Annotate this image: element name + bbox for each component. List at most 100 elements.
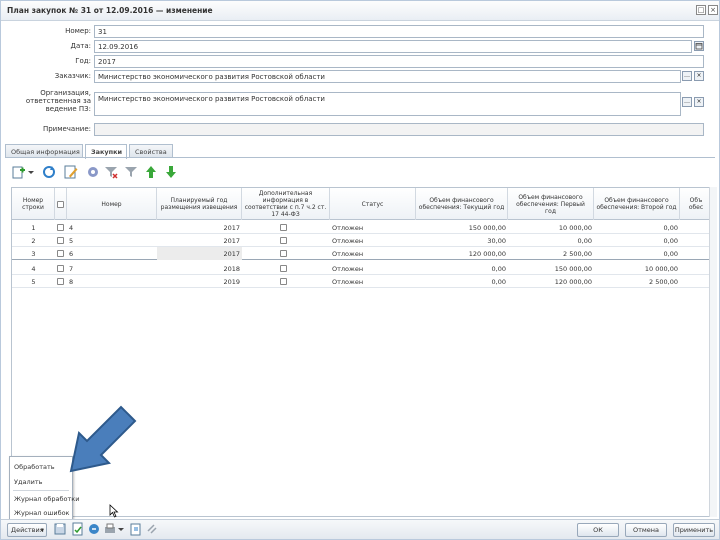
cell-planned-year[interactable]: 2017: [157, 247, 242, 260]
menu-item-process[interactable]: Обработать: [14, 463, 55, 471]
cell-status[interactable]: Отложен: [330, 234, 416, 247]
cell-first-year[interactable]: 150 000,00: [508, 262, 594, 275]
link-icon[interactable]: [145, 522, 161, 538]
cell-line-number[interactable]: 3: [12, 247, 55, 260]
col-second-year[interactable]: Объем финансового обеспечения: Второй го…: [594, 188, 680, 220]
cell-line-number[interactable]: 5: [12, 275, 55, 288]
cell-additional-info[interactable]: [242, 221, 330, 234]
cell-current-year[interactable]: 0,00: [416, 275, 508, 288]
cell-status[interactable]: Отложен: [330, 275, 416, 288]
settings-icon[interactable]: [85, 164, 101, 180]
select-all-checkbox[interactable]: [57, 200, 64, 208]
col-current-year[interactable]: Объем финансового обеспечения: Текущий г…: [416, 188, 508, 220]
refresh-icon[interactable]: [41, 164, 57, 180]
cell-status[interactable]: Отложен: [330, 262, 416, 275]
cell-line-number[interactable]: 4: [12, 262, 55, 275]
cell-number[interactable]: 8: [67, 275, 157, 288]
table-row[interactable]: 5 8 2019 Отложен 0,00 120 000,00 2 500,00: [12, 275, 710, 288]
additional-info-checkbox[interactable]: [280, 224, 287, 231]
maximize-icon[interactable]: □: [696, 5, 706, 15]
grid-vertical-scrollbar[interactable]: [709, 187, 717, 517]
cell-second-year[interactable]: 10 000,00: [594, 262, 680, 275]
cell-planned-year[interactable]: 2019: [157, 275, 242, 288]
print-dropdown-icon[interactable]: [117, 522, 125, 538]
row-select-checkbox[interactable]: [57, 265, 64, 272]
workflow-icon[interactable]: [87, 522, 103, 538]
cell-planned-year[interactable]: 2017: [157, 234, 242, 247]
col-additional-info[interactable]: Дополнительная информация в соответствии…: [242, 188, 330, 220]
cell-checkbox[interactable]: [55, 221, 67, 234]
filter-clear-icon[interactable]: [103, 164, 119, 180]
number-field[interactable]: 31: [94, 25, 704, 38]
cell-status[interactable]: Отложен: [330, 247, 416, 260]
customer-clear-icon[interactable]: ×: [694, 71, 704, 81]
col-first-year[interactable]: Объем финансового обеспечения: Первый го…: [508, 188, 594, 220]
additional-info-checkbox[interactable]: [280, 265, 287, 272]
cell-current-year[interactable]: 120 000,00: [416, 247, 508, 260]
table-row[interactable]: 1 4 2017 Отложен 150 000,00 10 000,00 0,00: [12, 221, 710, 234]
row-select-checkbox[interactable]: [57, 250, 64, 257]
cell-checkbox[interactable]: [55, 262, 67, 275]
move-up-icon[interactable]: [143, 164, 159, 180]
cell-second-year[interactable]: 0,00: [594, 234, 680, 247]
cell-planned-year[interactable]: 2018: [157, 262, 242, 275]
menu-item-error-log[interactable]: Журнал ошибок: [14, 509, 70, 517]
additional-info-checkbox[interactable]: [280, 278, 287, 285]
cell-line-number[interactable]: 1: [12, 221, 55, 234]
responsible-org-select-icon[interactable]: …: [682, 97, 692, 107]
note-field[interactable]: [94, 123, 704, 136]
cell-checkbox[interactable]: [55, 247, 67, 260]
cancel-button[interactable]: Отмена: [625, 523, 667, 537]
responsible-org-clear-icon[interactable]: ×: [694, 97, 704, 107]
customer-field[interactable]: Министерство экономического развития Рос…: [94, 70, 681, 83]
add-dropdown-icon[interactable]: [27, 164, 35, 180]
move-down-icon[interactable]: [163, 164, 179, 180]
cell-number[interactable]: 7: [67, 262, 157, 275]
row-select-checkbox[interactable]: [57, 237, 64, 244]
cell-second-year[interactable]: 0,00: [594, 221, 680, 234]
responsible-org-field[interactable]: Министерство экономического развития Рос…: [94, 92, 681, 116]
tab-properties[interactable]: Свойства: [129, 144, 173, 158]
cell-first-year[interactable]: 120 000,00: [508, 275, 594, 288]
menu-item-processing-log[interactable]: Журнал обработки: [14, 495, 79, 503]
col-more[interactable]: Объ обес: [680, 188, 710, 220]
cell-second-year[interactable]: 2 500,00: [594, 275, 680, 288]
row-select-checkbox[interactable]: [57, 224, 64, 231]
cell-number[interactable]: 5: [67, 234, 157, 247]
col-number[interactable]: Номер: [67, 188, 157, 220]
edit-icon[interactable]: [63, 164, 79, 180]
actions-dropdown-button[interactable]: Действия ▾: [7, 523, 47, 537]
col-status[interactable]: Статус: [330, 188, 416, 220]
cell-current-year[interactable]: 0,00: [416, 262, 508, 275]
calendar-icon[interactable]: [694, 41, 704, 51]
cell-current-year[interactable]: 150 000,00: [416, 221, 508, 234]
filter-icon[interactable]: [123, 164, 139, 180]
customer-select-icon[interactable]: …: [682, 71, 692, 81]
col-select-all[interactable]: [55, 188, 67, 220]
cell-first-year[interactable]: 2 500,00: [508, 247, 594, 260]
add-row-icon[interactable]: [11, 164, 27, 180]
cell-number[interactable]: 6: [67, 247, 157, 260]
save-icon[interactable]: [53, 522, 69, 538]
cell-checkbox[interactable]: [55, 234, 67, 247]
cell-status[interactable]: Отложен: [330, 221, 416, 234]
tab-general-info[interactable]: Общая информация: [5, 144, 83, 158]
apply-button[interactable]: Применить: [673, 523, 715, 537]
cell-line-number[interactable]: 2: [12, 234, 55, 247]
cell-first-year[interactable]: 10 000,00: [508, 221, 594, 234]
cell-first-year[interactable]: 0,00: [508, 234, 594, 247]
cell-additional-info[interactable]: [242, 262, 330, 275]
attachment-icon[interactable]: [129, 522, 145, 538]
check-doc-icon[interactable]: [71, 522, 87, 538]
table-row[interactable]: 4 7 2018 Отложен 0,00 150 000,00 10 000,00: [12, 262, 710, 275]
table-row[interactable]: 2 5 2017 Отложен 30,00 0,00 0,00: [12, 234, 710, 247]
col-planned-year[interactable]: Планируемый год размещения извещения: [157, 188, 242, 220]
cell-planned-year[interactable]: 2017: [157, 221, 242, 234]
cell-additional-info[interactable]: [242, 275, 330, 288]
cell-checkbox[interactable]: [55, 275, 67, 288]
row-select-checkbox[interactable]: [57, 278, 64, 285]
year-field[interactable]: 2017: [94, 55, 704, 68]
table-row[interactable]: 3 6 2017 Отложен 120 000,00 2 500,00 0,00: [12, 247, 710, 260]
col-line-number[interactable]: Номер строки: [12, 188, 55, 220]
additional-info-checkbox[interactable]: [280, 250, 287, 257]
